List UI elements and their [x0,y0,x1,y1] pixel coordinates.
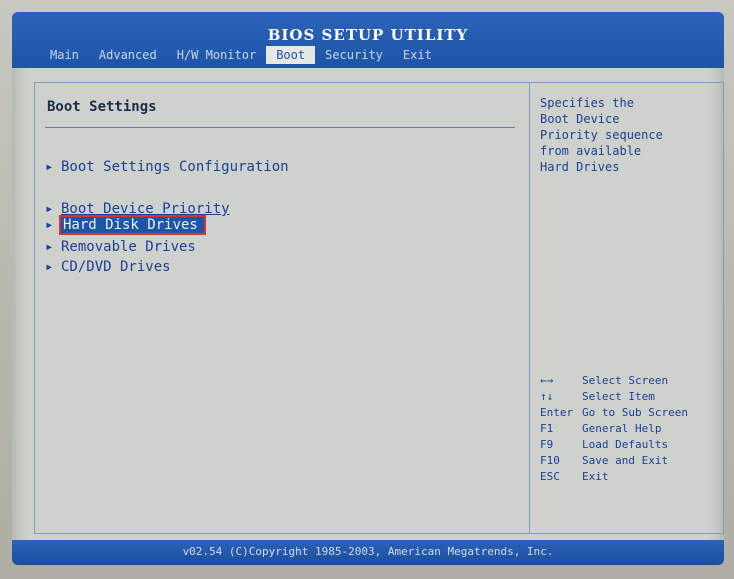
menu-item-label: Boot Settings Configuration [61,159,289,175]
key-name: Enter [540,406,574,419]
submenu-arrow-icon: ▸ [45,259,54,275]
copyright-text: v02.54 (C)Copyright 1985-2003, American … [182,545,554,558]
menu-item-boot-settings-configuration[interactable]: ▸ Boot Settings Configuration [45,159,289,175]
key-action: Select Item [582,390,655,403]
section-title: Boot Settings [47,99,157,115]
key-row: F9 Load Defaults [540,437,720,453]
menu-item-cd-dvd-drives[interactable]: ▸ CD/DVD Drives [45,259,171,275]
tab-security[interactable]: Security [315,46,393,64]
key-name: ←→ [540,374,554,387]
key-action: Exit [582,470,609,483]
menu-item-label: CD/DVD Drives [61,259,171,275]
submenu-arrow-icon: ▸ [45,239,54,255]
app-title: BIOS SETUP UTILITY [267,26,469,44]
menu-item-removable-drives[interactable]: ▸ Removable Drives [45,239,196,255]
key-action: Load Defaults [582,438,669,451]
key-row: ←→ Select Screen [540,373,720,389]
menu-tabs: Main Advanced H/W Monitor Boot Security … [40,46,442,64]
key-row: F1 General Help [540,421,720,437]
key-name: F10 [540,454,560,467]
help-text: Specifies the Boot Device Priority seque… [540,96,663,174]
bios-screen: BIOS SETUP UTILITY Main Advanced H/W Mon… [12,12,724,565]
tab-hw-monitor[interactable]: H/W Monitor [167,46,266,64]
key-action: Go to Sub Screen [582,406,688,419]
menu-item-label: Removable Drives [61,239,196,255]
header-bar: BIOS SETUP UTILITY Main Advanced H/W Mon… [12,12,724,68]
key-row: F10 Save and Exit [540,453,720,469]
key-legend: ←→ Select Screen ↑↓ Select Item Enter Go to… [540,373,720,485]
key-row: ↑↓ Select Item [540,389,720,405]
key-name: ↑↓ [540,390,554,403]
key-name: ESC [540,470,560,483]
key-action: Select Screen [582,374,669,387]
key-name: F9 [540,438,554,451]
key-row: Enter Go to Sub Screen [540,405,720,421]
key-name: F1 [540,422,554,435]
tab-boot[interactable]: Boot [266,46,316,64]
tab-exit[interactable]: Exit [393,46,442,64]
key-action: Save and Exit [582,454,669,467]
footer-bar: v02.54 (C)Copyright 1985-2003, American … [12,540,724,565]
main-panel: Boot Settings ▸ Boot Settings Configurati… [34,82,530,534]
key-action: General Help [582,422,662,435]
menu-item-label-selected: Hard Disk Drives [59,215,206,235]
tab-main[interactable]: Main [40,46,89,64]
menu-item-hard-disk-drives[interactable]: ▸ Hard Disk Drives [45,215,206,235]
help-panel: Specifies the Boot Device Priority seque… [530,82,724,534]
section-divider [45,127,515,128]
tab-advanced[interactable]: Advanced [89,46,167,64]
submenu-arrow-icon: ▸ [45,159,54,175]
key-row: ESC Exit [540,469,720,485]
